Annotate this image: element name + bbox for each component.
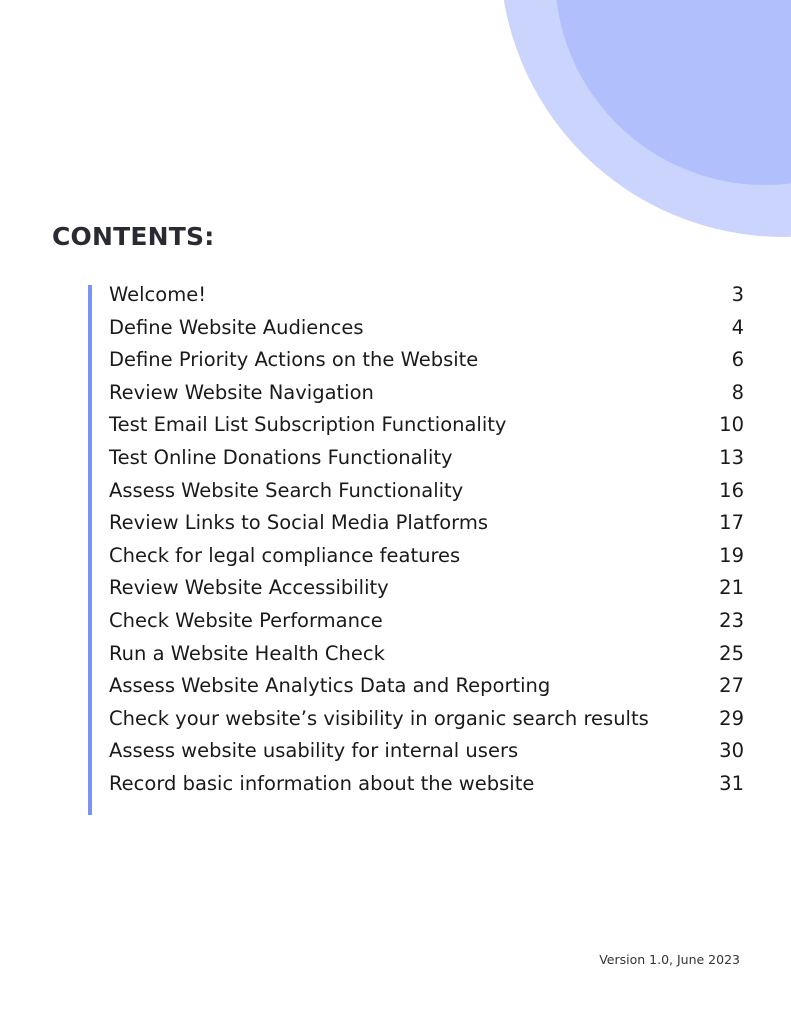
toc-entry[interactable]: Test Email List Subscription Functionali… xyxy=(92,409,744,442)
toc-entry[interactable]: Check your website’s visibility in organ… xyxy=(92,703,744,736)
toc-entry[interactable]: Record basic information about the websi… xyxy=(92,768,744,801)
table-of-contents: Welcome! 3 Define Website Audiences 4 Define… xyxy=(88,283,744,815)
toc-entry[interactable]: Run a Website Health Check 25 xyxy=(92,638,744,671)
toc-entry[interactable]: Define Website Audiences 4 xyxy=(92,312,744,345)
toc-entry-page: 29 xyxy=(719,706,744,730)
toc-entry-title: Check Website Performance xyxy=(109,608,383,632)
toc-entry-title: Welcome! xyxy=(109,283,207,306)
toc-entry-title: Test Online Donations Functionality xyxy=(109,445,453,469)
toc-entry-page: 10 xyxy=(719,413,744,437)
toc-entry-page: 3 xyxy=(731,283,744,306)
toc-entry-title: Define Website Audiences xyxy=(109,315,364,339)
toc-entry-title: Test Email List Subscription Functionali… xyxy=(109,413,507,437)
version-footer: Version 1.0, June 2023 xyxy=(599,952,740,967)
toc-entry-page: 25 xyxy=(719,641,744,665)
toc-entry-title: Assess Website Analytics Data and Report… xyxy=(109,674,551,698)
toc-entry-page: 23 xyxy=(719,608,744,632)
toc-entry-page: 8 xyxy=(731,380,744,404)
toc-entry-page: 31 xyxy=(719,771,744,795)
toc-entry-title: Review Website Navigation xyxy=(109,380,374,404)
toc-entry[interactable]: Review Website Navigation 8 xyxy=(92,377,744,410)
toc-entry[interactable]: Review Links to Social Media Platforms 17 xyxy=(92,507,744,540)
toc-entry-page: 27 xyxy=(719,674,744,698)
toc-entry-page: 21 xyxy=(719,576,744,600)
toc-entry-page: 30 xyxy=(719,739,744,763)
toc-entry-title: Review Links to Social Media Platforms xyxy=(109,511,489,535)
toc-entry[interactable]: Test Online Donations Functionality 13 xyxy=(92,442,744,475)
toc-entry-title: Check your website’s visibility in organ… xyxy=(109,706,649,730)
toc-entry-title: Check for legal compliance features xyxy=(109,543,461,567)
toc-entry-page: 4 xyxy=(731,315,744,339)
toc-list: Welcome! 3 Define Website Audiences 4 Define… xyxy=(92,279,744,815)
toc-entry-page: 13 xyxy=(719,445,744,469)
toc-entry[interactable]: Assess website usability for internal us… xyxy=(92,735,744,768)
contents-heading: CONTENTS: xyxy=(52,222,215,251)
toc-entry-title: Review Website Accessibility xyxy=(109,576,389,600)
toc-entry-title: Record basic information about the websi… xyxy=(109,771,535,795)
toc-entry-title: Define Priority Actions on the Website xyxy=(109,348,479,372)
toc-entry[interactable]: Review Website Accessibility 21 xyxy=(92,572,744,605)
toc-entry[interactable]: Define Priority Actions on the Website 6 xyxy=(92,344,744,377)
toc-entry-page: 19 xyxy=(719,543,744,567)
toc-entry-title: Assess website usability for internal us… xyxy=(109,739,519,763)
toc-entry-title: Assess Website Search Functionality xyxy=(109,478,464,502)
toc-entry-page: 17 xyxy=(719,511,744,535)
toc-entry[interactable]: Check for legal compliance features 19 xyxy=(92,540,744,573)
toc-entry-title: Run a Website Health Check xyxy=(109,641,385,665)
toc-entry-page: 6 xyxy=(731,348,744,372)
toc-entry[interactable]: Check Website Performance 23 xyxy=(92,605,744,638)
toc-entry[interactable]: Welcome! 3 xyxy=(92,279,744,312)
toc-entry[interactable]: Assess Website Search Functionality 16 xyxy=(92,475,744,508)
toc-entry[interactable]: Assess Website Analytics Data and Report… xyxy=(92,670,744,703)
toc-entry-page: 16 xyxy=(719,478,744,502)
